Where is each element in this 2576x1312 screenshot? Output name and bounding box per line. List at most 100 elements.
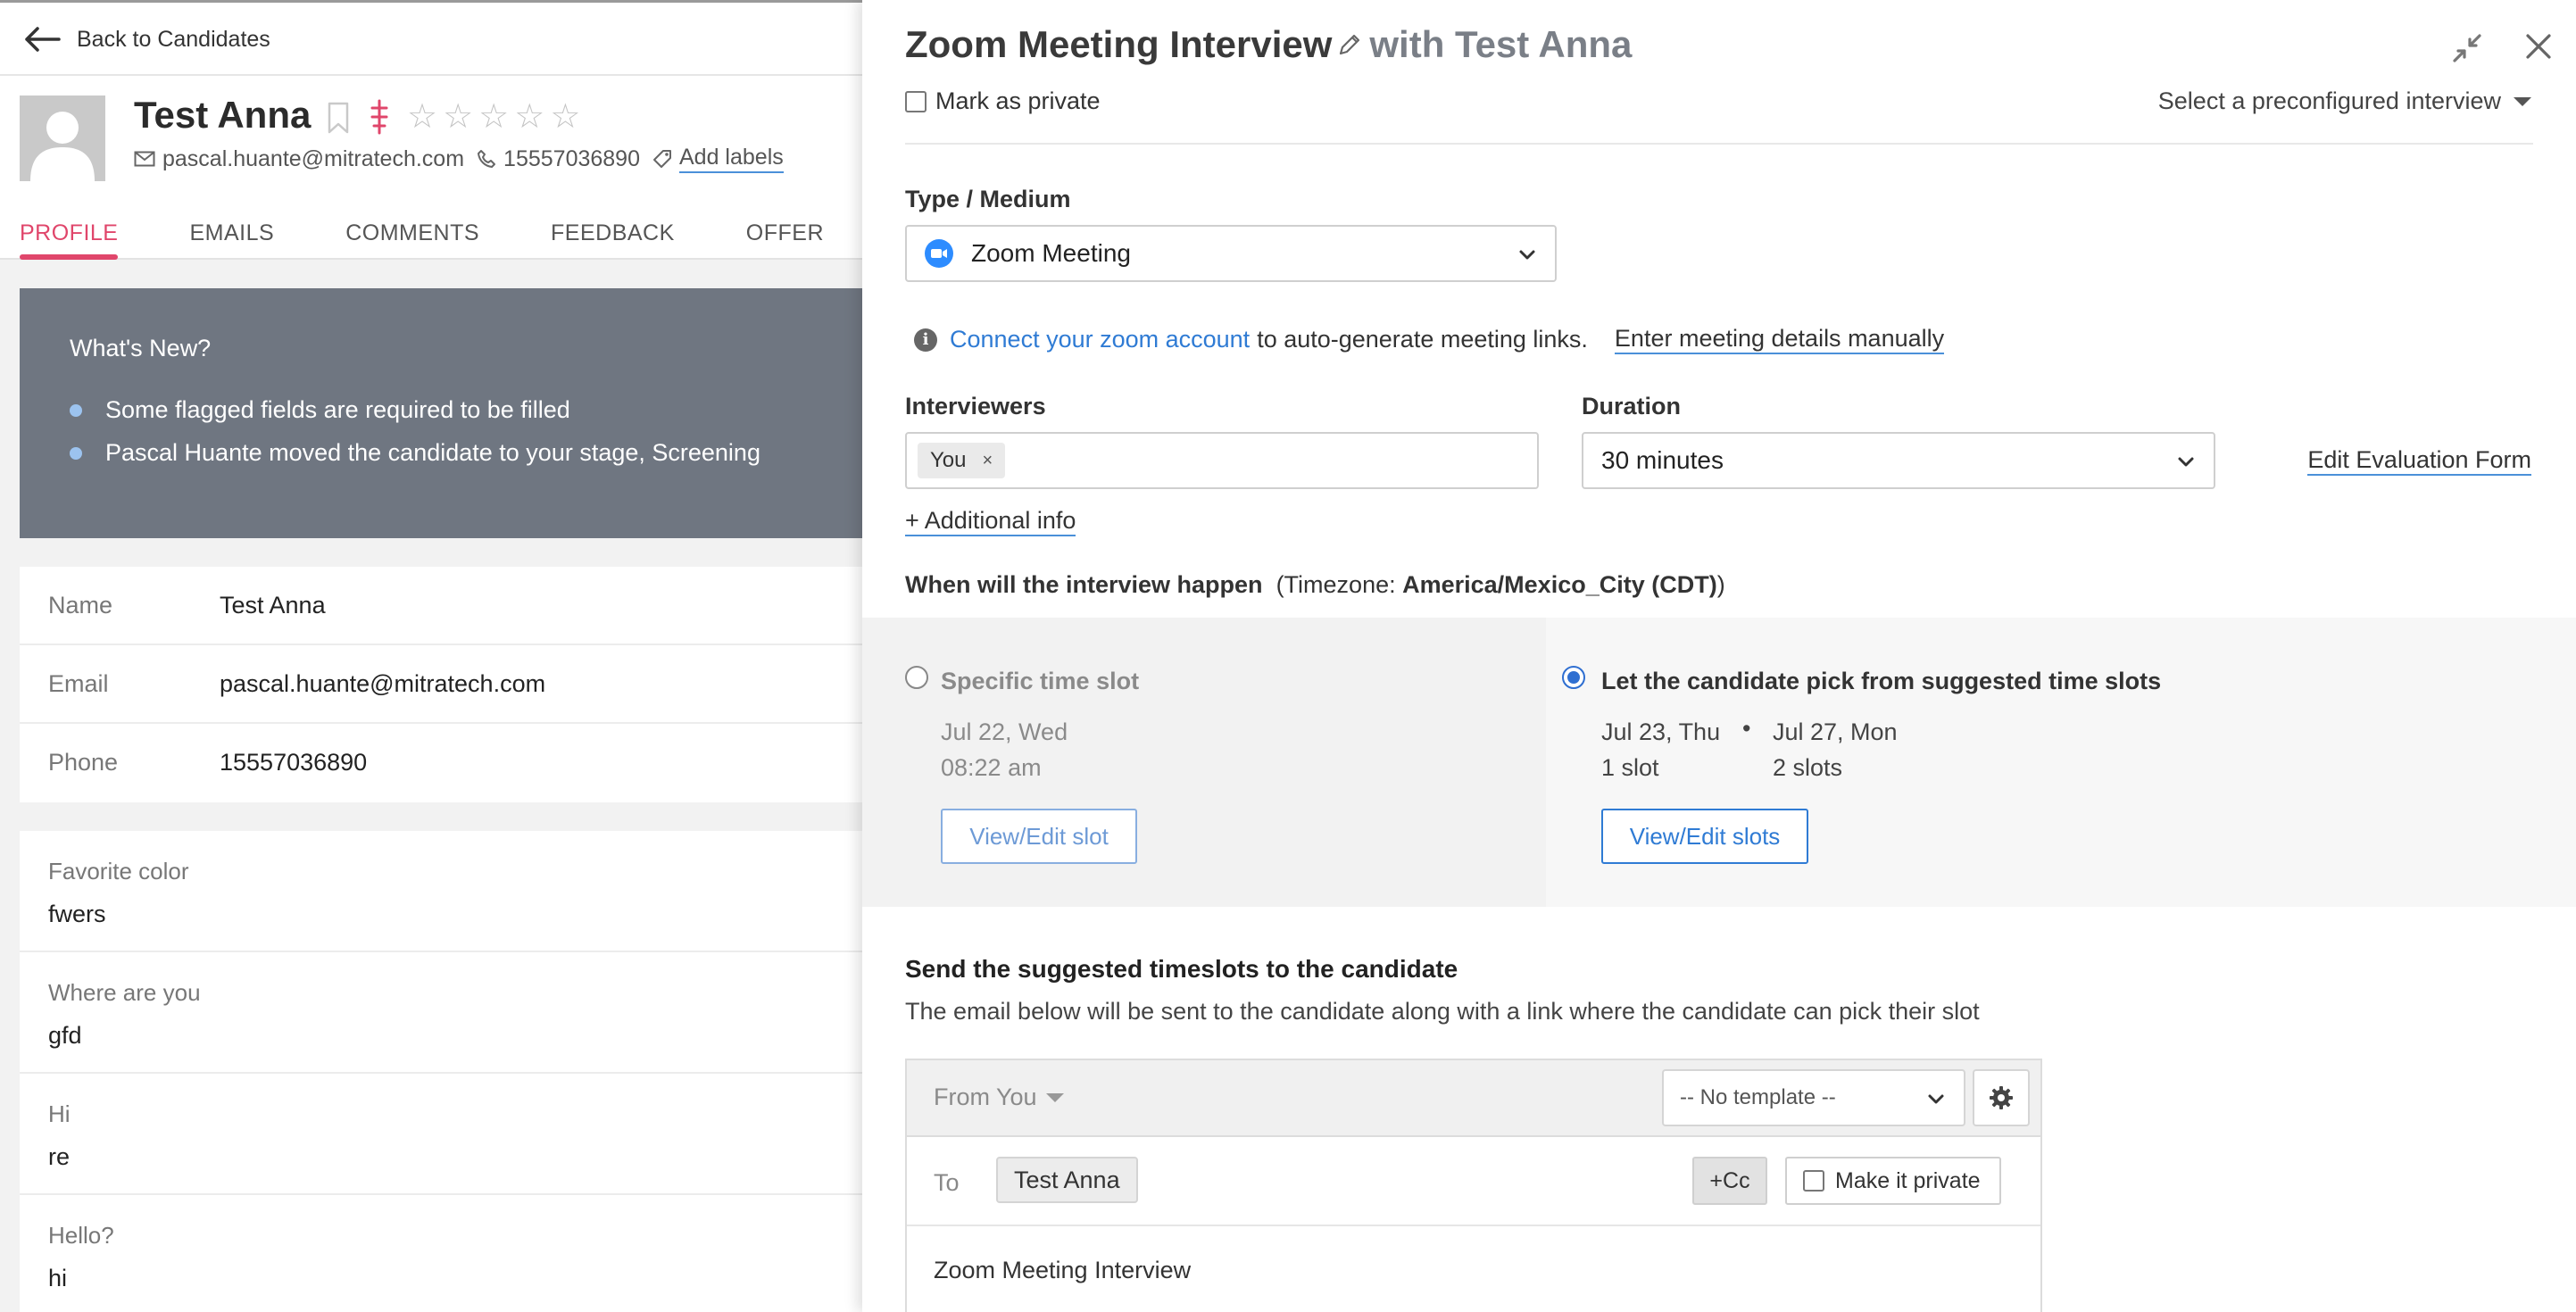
mark-private-label[interactable]: Mark as private bbox=[935, 87, 1101, 115]
from-dropdown[interactable]: From You bbox=[934, 1084, 1064, 1111]
zoom-icon bbox=[925, 239, 953, 268]
interview-title[interactable]: Zoom Meeting Interview bbox=[905, 23, 1332, 65]
suggested-slots-title[interactable]: Let the candidate pick from suggested ti… bbox=[1601, 668, 2161, 695]
flag-icon[interactable] bbox=[368, 99, 391, 135]
caret-down-icon[interactable] bbox=[2514, 96, 2531, 106]
duration-label: Duration bbox=[1582, 393, 1681, 419]
star-icon[interactable]: ☆ bbox=[514, 99, 544, 135]
candidate-email[interactable]: pascal.huante@mitratech.com bbox=[162, 146, 464, 172]
type-medium-value[interactable]: Zoom Meeting bbox=[971, 239, 1131, 268]
interview-with: with Test Anna bbox=[1369, 23, 1633, 65]
template-settings-button[interactable] bbox=[1973, 1069, 2030, 1126]
preconfigured-label[interactable]: Select a preconfigured interview bbox=[2158, 87, 2501, 115]
pencil-icon[interactable] bbox=[1337, 32, 1362, 57]
close-icon[interactable] bbox=[2524, 32, 2553, 61]
additional-info-link[interactable]: + Additional info bbox=[905, 507, 1076, 536]
star-icon[interactable]: ☆ bbox=[407, 99, 437, 135]
list-item: Some flagged fields are required to be f… bbox=[70, 388, 760, 431]
chevron-down-icon[interactable] bbox=[1926, 1089, 1946, 1109]
back-arrow-icon[interactable] bbox=[23, 26, 61, 53]
interviewer-chip[interactable]: You × bbox=[918, 443, 1006, 478]
custom-fields-card: Favorite color fwers Where are you gfd H… bbox=[20, 831, 862, 1312]
edit-evaluation-form-link[interactable]: Edit Evaluation Form bbox=[2307, 446, 2531, 476]
bookmark-icon[interactable] bbox=[327, 101, 350, 135]
custom-field: Favorite color fwers bbox=[20, 831, 862, 952]
gear-icon[interactable] bbox=[1989, 1085, 2014, 1110]
make-private-checkbox[interactable] bbox=[1803, 1170, 1824, 1192]
view-edit-slots-button[interactable]: View/Edit slots bbox=[1601, 809, 1808, 864]
schedule-interview-panel: Zoom Meeting Interview with Test Anna Ma… bbox=[862, 0, 2576, 1312]
mail-icon bbox=[134, 151, 155, 167]
specific-slot-radio[interactable] bbox=[905, 666, 928, 689]
send-timeslots-title: Send the suggested timeslots to the cand… bbox=[905, 955, 1458, 983]
custom-field: Hello? hi bbox=[20, 1195, 862, 1312]
specific-slot-title[interactable]: Specific time slot bbox=[941, 668, 1139, 695]
field-value[interactable]: re bbox=[48, 1143, 70, 1171]
info-value[interactable]: Test Anna bbox=[220, 592, 326, 619]
modal-title: Zoom Meeting Interview with Test Anna bbox=[905, 23, 1632, 66]
suggested-slot-count: 2 slots bbox=[1773, 754, 1843, 781]
chevron-down-icon[interactable] bbox=[2176, 452, 2196, 471]
send-timeslots-description: The email below will be sent to the cand… bbox=[905, 998, 1980, 1025]
interviewers-label: Interviewers bbox=[905, 393, 1046, 419]
candidate-panel: Back to Candidates Test Anna ☆ ☆ ☆ ☆ ☆ p… bbox=[0, 0, 862, 1312]
candidate-phone[interactable]: 15557036890 bbox=[503, 146, 640, 172]
duration-value[interactable]: 30 minutes bbox=[1601, 446, 1724, 475]
field-label: Hello? bbox=[48, 1222, 114, 1249]
rating-stars[interactable]: ☆ ☆ ☆ ☆ ☆ bbox=[407, 99, 580, 135]
specific-slot-option[interactable]: Specific time slot Jul 22, Wed 08:22 am … bbox=[862, 618, 1546, 907]
specific-slot-time: 08:22 am bbox=[941, 754, 1042, 781]
field-value[interactable]: gfd bbox=[48, 1022, 82, 1050]
suggested-slots-option[interactable]: Let the candidate pick from suggested ti… bbox=[1546, 618, 2576, 907]
compress-icon[interactable] bbox=[2451, 32, 2483, 64]
interviewer-chip-label: You bbox=[930, 448, 967, 472]
candidate-header: Test Anna ☆ ☆ ☆ ☆ ☆ pascal.huante@mitrat… bbox=[0, 76, 862, 260]
field-label: Hi bbox=[48, 1100, 71, 1127]
suggested-slot-date: Jul 27, Mon bbox=[1773, 718, 1898, 745]
star-icon[interactable]: ☆ bbox=[443, 99, 473, 135]
template-select[interactable]: -- No template -- bbox=[1662, 1069, 1965, 1126]
caret-down-icon[interactable] bbox=[1045, 1092, 1064, 1102]
duration-select[interactable]: 30 minutes bbox=[1582, 432, 2215, 489]
mark-private-checkbox[interactable] bbox=[905, 90, 927, 112]
tab-profile[interactable]: PROFILE bbox=[20, 210, 119, 260]
connect-zoom-link[interactable]: Connect your zoom account bbox=[950, 326, 1250, 353]
add-cc-button[interactable]: +Cc bbox=[1692, 1157, 1767, 1205]
enter-details-manually-link[interactable]: Enter meeting details manually bbox=[1614, 325, 1945, 354]
tab-emails[interactable]: EMAILS bbox=[189, 210, 274, 260]
info-key: Phone bbox=[48, 749, 119, 776]
view-edit-slot-button[interactable]: View/Edit slot bbox=[941, 809, 1137, 864]
add-labels-link[interactable]: Add labels bbox=[679, 145, 784, 173]
list-item: Pascal Huante moved the candidate to you… bbox=[70, 431, 760, 474]
tab-feedback[interactable]: FEEDBACK bbox=[551, 210, 675, 260]
custom-field: Hi re bbox=[20, 1074, 862, 1195]
tab-offer[interactable]: OFFER bbox=[746, 210, 824, 260]
email-header: From You -- No template -- bbox=[907, 1060, 2040, 1137]
preconfigured-interview-dropdown[interactable]: Select a preconfigured interview bbox=[2158, 87, 2531, 115]
recipient-chip[interactable]: Test Anna bbox=[996, 1157, 1138, 1203]
star-icon[interactable]: ☆ bbox=[550, 99, 580, 135]
info-value[interactable]: pascal.huante@mitratech.com bbox=[220, 670, 545, 698]
make-private-label[interactable]: Make it private bbox=[1835, 1168, 1981, 1194]
chevron-down-icon[interactable] bbox=[1517, 245, 1537, 264]
back-bar: Back to Candidates bbox=[0, 3, 862, 76]
interviewers-input[interactable]: You × bbox=[905, 432, 1539, 489]
remove-chip-icon[interactable]: × bbox=[983, 451, 993, 471]
type-medium-select[interactable]: Zoom Meeting bbox=[905, 225, 1557, 282]
make-private-toggle[interactable]: Make it private bbox=[1785, 1157, 2001, 1205]
star-icon[interactable]: ☆ bbox=[478, 99, 509, 135]
to-row: To Test Anna +Cc Make it private bbox=[907, 1137, 2040, 1226]
suggested-slots-radio[interactable] bbox=[1562, 666, 1585, 689]
email-composer: From You -- No template -- To Test Anna … bbox=[905, 1059, 2042, 1312]
info-value[interactable]: 15557036890 bbox=[220, 749, 367, 776]
from-label[interactable]: From You bbox=[934, 1084, 1037, 1111]
email-subject[interactable]: Zoom Meeting Interview bbox=[934, 1257, 1191, 1284]
when-heading: When will the interview happen (Timezone… bbox=[905, 571, 1725, 599]
tag-icon bbox=[653, 150, 671, 168]
tab-comments[interactable]: COMMENTS bbox=[345, 210, 479, 260]
info-key: Name bbox=[48, 592, 113, 619]
field-value[interactable]: fwers bbox=[48, 901, 106, 928]
back-to-candidates-link[interactable]: Back to Candidates bbox=[77, 27, 270, 53]
template-value[interactable]: -- No template -- bbox=[1680, 1085, 1836, 1110]
field-value[interactable]: hi bbox=[48, 1265, 67, 1292]
